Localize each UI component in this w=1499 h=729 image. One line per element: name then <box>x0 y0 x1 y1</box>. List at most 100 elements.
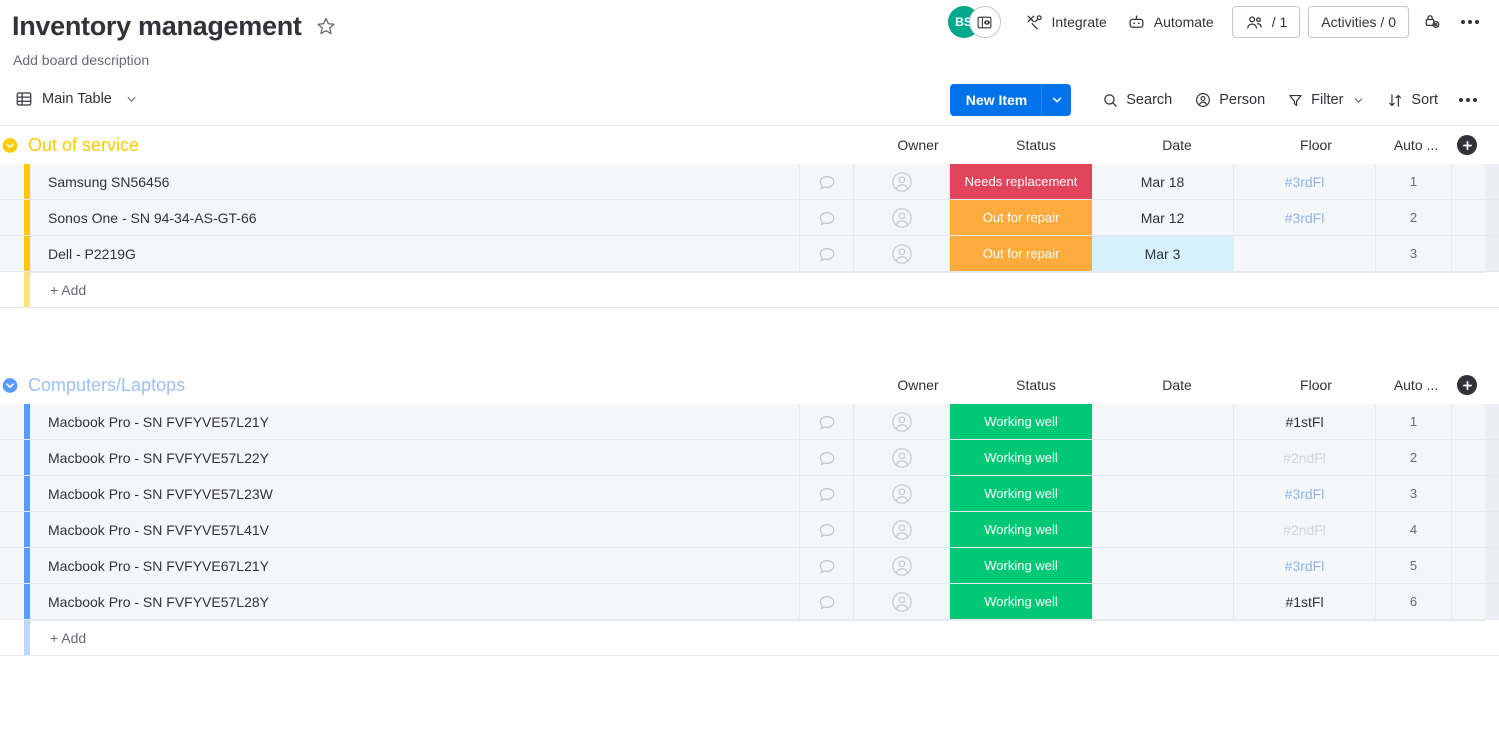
toolbar-more-options-button[interactable] <box>1449 84 1487 116</box>
cell-item-name[interactable]: Macbook Pro - SN FVFYVE57L28Y <box>30 584 800 619</box>
cell-floor[interactable]: #2ndFl <box>1234 512 1376 547</box>
cell-status[interactable]: Working well <box>950 404 1092 439</box>
tab-main-table[interactable]: Main Table <box>9 85 144 113</box>
cell-updates[interactable] <box>800 164 854 199</box>
table-row[interactable]: Macbook Pro - SN FVFYVE57L22Y Working wel… <box>0 440 1499 476</box>
new-item-dropdown-caret[interactable] <box>1041 84 1071 116</box>
cell-floor[interactable]: #3rdFl <box>1234 476 1376 511</box>
cell-item-name[interactable]: Sonos One - SN 94-34-AS-GT-66 <box>30 200 800 235</box>
table-row[interactable]: Sonos One - SN 94-34-AS-GT-66 Out for rep… <box>0 200 1499 236</box>
cell-status[interactable]: Working well <box>950 584 1092 619</box>
table-row[interactable]: Macbook Pro - SN FVFYVE57L21Y Working wel… <box>0 404 1499 440</box>
cell-updates[interactable] <box>800 404 854 439</box>
cell-auto-number[interactable]: 2 <box>1376 200 1452 235</box>
cell-item-name[interactable]: Macbook Pro - SN FVFYVE57L23W <box>30 476 800 511</box>
cell-updates[interactable] <box>800 476 854 511</box>
add-item-label[interactable]: + Add <box>30 630 86 646</box>
filter-button[interactable]: Filter <box>1276 84 1376 116</box>
cell-status[interactable]: Working well <box>950 512 1092 547</box>
column-header-status[interactable]: Status <box>976 374 1096 396</box>
cell-auto-number[interactable]: 3 <box>1376 476 1452 511</box>
cell-item-name[interactable]: Macbook Pro - SN FVFYVE57L21Y <box>30 404 800 439</box>
cell-floor[interactable]: #3rdFl <box>1234 200 1376 235</box>
cell-owner[interactable] <box>854 200 950 235</box>
cell-status[interactable]: Working well <box>950 548 1092 583</box>
cell-auto-number[interactable]: 2 <box>1376 440 1452 475</box>
cell-updates[interactable] <box>800 440 854 475</box>
activities-button[interactable]: Activities / 0 <box>1308 6 1409 38</box>
cell-owner[interactable] <box>854 404 950 439</box>
cell-updates[interactable] <box>800 236 854 271</box>
group-title[interactable]: Out of service <box>28 134 139 156</box>
cell-owner[interactable] <box>854 512 950 547</box>
group-title[interactable]: Computers/Laptops <box>28 374 185 396</box>
cell-status[interactable]: Working well <box>950 440 1092 475</box>
cell-item-name[interactable]: Macbook Pro - SN FVFYVE67L21Y <box>30 548 800 583</box>
table-row[interactable]: Macbook Pro - SN FVFYVE67L21Y Working wel… <box>0 548 1499 584</box>
cell-item-name[interactable]: Macbook Pro - SN FVFYVE57L22Y <box>30 440 800 475</box>
cell-date[interactable] <box>1092 404 1234 439</box>
cell-floor[interactable]: #1stFl <box>1234 584 1376 619</box>
column-header-date[interactable]: Date <box>1117 374 1237 396</box>
cell-floor[interactable]: #1stFl <box>1234 404 1376 439</box>
cell-date[interactable]: Mar 18 <box>1092 164 1234 199</box>
cell-floor[interactable]: #3rdFl <box>1234 548 1376 583</box>
new-item-button[interactable]: New Item <box>949 84 1072 116</box>
cell-updates[interactable] <box>800 200 854 235</box>
table-row[interactable]: Samsung SN56456 Needs replacement Mar 18 #3… <box>0 164 1499 200</box>
table-row[interactable]: Macbook Pro - SN FVFYVE57L23W Working wel… <box>0 476 1499 512</box>
star-icon[interactable] <box>315 15 337 37</box>
cell-date[interactable] <box>1092 440 1234 475</box>
cell-owner[interactable] <box>854 476 950 511</box>
board-more-options-button[interactable] <box>1451 6 1489 38</box>
cell-auto-number[interactable]: 6 <box>1376 584 1452 619</box>
cell-item-name[interactable]: Dell - P2219G <box>30 236 800 271</box>
sort-button[interactable]: Sort <box>1376 84 1449 116</box>
cell-date[interactable] <box>1092 512 1234 547</box>
invite-members-button[interactable]: / 1 <box>1231 6 1301 38</box>
add-item-label[interactable]: + Add <box>30 282 86 298</box>
cell-date[interactable] <box>1092 476 1234 511</box>
cell-status[interactable]: Needs replacement <box>950 164 1092 199</box>
table-row[interactable]: Dell - P2219G Out for repair Mar 3 3 <box>0 236 1499 272</box>
cell-updates[interactable] <box>800 512 854 547</box>
board-avatar[interactable] <box>968 6 1001 38</box>
cell-owner[interactable] <box>854 584 950 619</box>
cell-auto-number[interactable]: 1 <box>1376 404 1452 439</box>
add-item-row[interactable]: + Add <box>0 272 1499 308</box>
cell-item-name[interactable]: Samsung SN56456 <box>30 164 800 199</box>
search-button[interactable]: Search <box>1091 84 1183 116</box>
cell-date[interactable]: Mar 3 <box>1092 236 1234 271</box>
cell-floor[interactable]: #3rdFl <box>1234 164 1376 199</box>
person-filter-button[interactable]: Person <box>1183 84 1276 116</box>
integrate-button[interactable]: Integrate <box>1015 6 1117 38</box>
cell-auto-number[interactable]: 1 <box>1376 164 1452 199</box>
cell-floor[interactable]: #2ndFl <box>1234 440 1376 475</box>
group-collapse-icon[interactable] <box>2 137 18 153</box>
cell-updates[interactable] <box>800 548 854 583</box>
column-header-date[interactable]: Date <box>1117 134 1237 156</box>
group-collapse-icon[interactable] <box>2 377 18 393</box>
cell-auto-number[interactable]: 5 <box>1376 548 1452 583</box>
column-header-owner[interactable]: Owner <box>858 134 978 156</box>
cell-date[interactable] <box>1092 548 1234 583</box>
cell-item-name[interactable]: Macbook Pro - SN FVFYVE57L41V <box>30 512 800 547</box>
table-row[interactable]: Macbook Pro - SN FVFYVE57L41V Working wel… <box>0 512 1499 548</box>
cell-date[interactable] <box>1092 584 1234 619</box>
column-header-status[interactable]: Status <box>976 134 1096 156</box>
cell-auto-number[interactable]: 3 <box>1376 236 1452 271</box>
add-column-button[interactable] <box>1457 135 1477 155</box>
cell-status[interactable]: Out for repair <box>950 236 1092 271</box>
cell-owner[interactable] <box>854 440 950 475</box>
table-row[interactable]: Macbook Pro - SN FVFYVE57L28Y Working wel… <box>0 584 1499 620</box>
board-permissions-button[interactable] <box>1415 6 1451 38</box>
cell-auto-number[interactable]: 4 <box>1376 512 1452 547</box>
cell-owner[interactable] <box>854 236 950 271</box>
cell-status[interactable]: Working well <box>950 476 1092 511</box>
column-header-owner[interactable]: Owner <box>858 374 978 396</box>
add-item-row[interactable]: + Add <box>0 620 1499 656</box>
cell-status[interactable]: Out for repair <box>950 200 1092 235</box>
automate-button[interactable]: Automate <box>1117 6 1224 38</box>
cell-floor[interactable] <box>1234 236 1376 271</box>
add-column-button[interactable] <box>1457 375 1477 395</box>
